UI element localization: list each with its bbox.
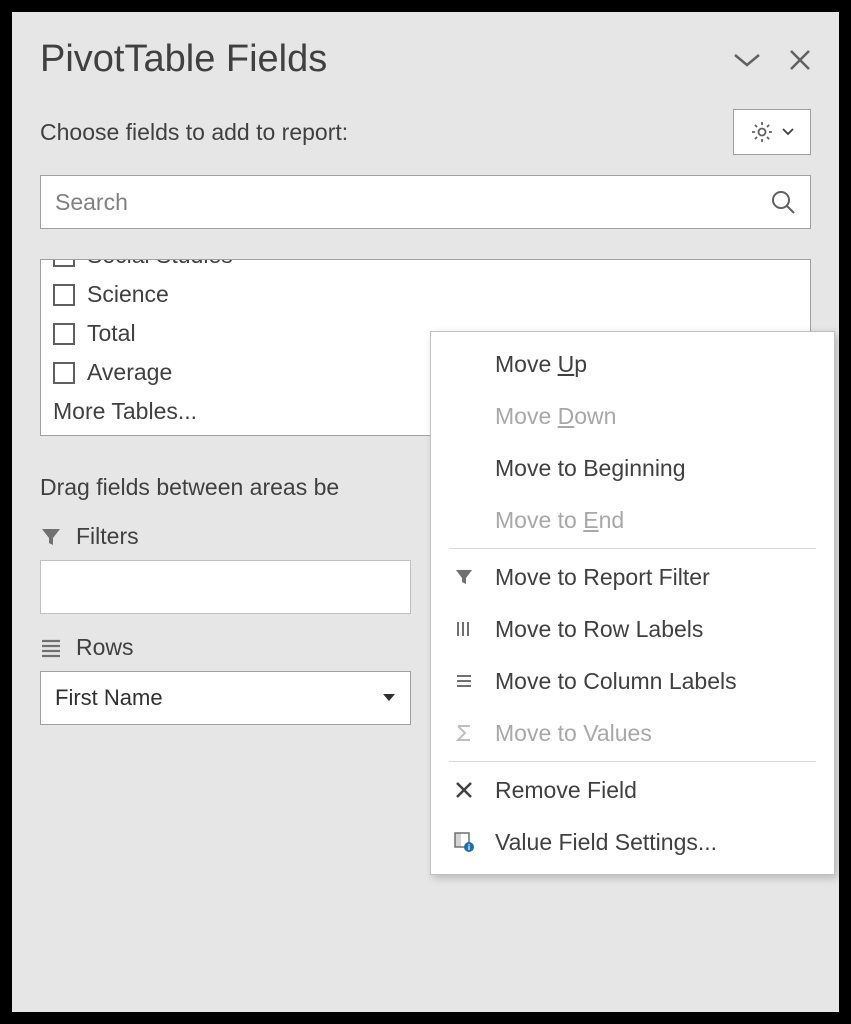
- subtitle-text: Choose fields to add to report:: [40, 119, 348, 146]
- menu-label: Move to Beginning: [495, 455, 686, 482]
- search-box[interactable]: [40, 175, 811, 229]
- header-controls: [733, 49, 811, 71]
- rows-label: Rows: [76, 634, 134, 661]
- filter-icon: [449, 567, 479, 587]
- field-label: Science: [87, 281, 169, 308]
- filters-dropzone[interactable]: [40, 560, 411, 614]
- menu-value-field-settings[interactable]: i Value Field Settings...: [431, 816, 834, 868]
- menu-move-report-filter[interactable]: Move to Report Filter: [431, 551, 834, 603]
- field-item-social-studies[interactable]: Social Studies: [41, 259, 810, 275]
- menu-label: Move Down: [495, 403, 616, 430]
- filters-area: Filters: [40, 523, 411, 614]
- filters-label: Filters: [76, 523, 139, 550]
- field-checkbox[interactable]: [53, 362, 75, 384]
- column-labels-icon: [449, 671, 479, 691]
- field-context-menu: Move Up Move Down Move to Beginning Move…: [430, 331, 835, 875]
- search-input[interactable]: [55, 189, 770, 216]
- menu-label: Move Up: [495, 351, 587, 378]
- menu-label: Move to End: [495, 507, 624, 534]
- menu-move-column-labels[interactable]: Move to Column Labels: [431, 655, 834, 707]
- menu-separator: [449, 548, 816, 549]
- collapse-icon[interactable]: [733, 52, 761, 68]
- menu-label: Move to Column Labels: [495, 668, 737, 695]
- field-label: Social Studies: [87, 259, 233, 269]
- pane-header: PivotTable Fields: [40, 38, 811, 81]
- rows-header: Rows: [40, 634, 411, 661]
- menu-label: Move to Report Filter: [495, 564, 710, 591]
- field-label: Average: [87, 359, 172, 386]
- menu-move-beginning[interactable]: Move to Beginning: [431, 442, 834, 494]
- field-item-science[interactable]: Science: [41, 275, 810, 314]
- menu-label: Remove Field: [495, 777, 637, 804]
- tools-button[interactable]: [733, 109, 811, 155]
- menu-separator: [449, 761, 816, 762]
- menu-label: Move to Values: [495, 720, 652, 747]
- filter-icon: [40, 526, 62, 548]
- pane-title: PivotTable Fields: [40, 38, 327, 81]
- settings-info-icon: i: [449, 831, 479, 853]
- remove-icon: [449, 780, 479, 800]
- pivottable-fields-pane: PivotTable Fields Choose fields to add t…: [12, 12, 839, 1012]
- menu-move-row-labels[interactable]: Move to Row Labels: [431, 603, 834, 655]
- menu-label: Move to Row Labels: [495, 616, 703, 643]
- field-label: Total: [87, 320, 136, 347]
- svg-text:i: i: [468, 843, 470, 852]
- rows-item-firstname[interactable]: First Name: [41, 672, 410, 724]
- search-icon: [770, 189, 796, 215]
- subtitle-row: Choose fields to add to report:: [40, 109, 811, 155]
- rows-icon: [40, 637, 62, 659]
- gear-icon: [750, 120, 774, 144]
- dropdown-caret-icon: [382, 693, 396, 703]
- sigma-icon: [449, 723, 479, 743]
- menu-move-end: Move to End: [431, 494, 834, 546]
- menu-move-up[interactable]: Move Up: [431, 338, 834, 390]
- rows-item-label: First Name: [55, 685, 163, 711]
- field-checkbox[interactable]: [53, 284, 75, 306]
- close-icon[interactable]: [789, 49, 811, 71]
- menu-move-values: Move to Values: [431, 707, 834, 759]
- field-checkbox[interactable]: [53, 259, 75, 267]
- menu-move-down: Move Down: [431, 390, 834, 442]
- filters-header: Filters: [40, 523, 411, 550]
- menu-remove-field[interactable]: Remove Field: [431, 764, 834, 816]
- row-labels-icon: [449, 619, 479, 639]
- rows-dropzone[interactable]: First Name: [40, 671, 411, 725]
- rows-area: Rows First Name: [40, 634, 411, 730]
- dropdown-caret-icon: [782, 128, 794, 136]
- menu-label: Value Field Settings...: [495, 829, 717, 856]
- field-checkbox[interactable]: [53, 323, 75, 345]
